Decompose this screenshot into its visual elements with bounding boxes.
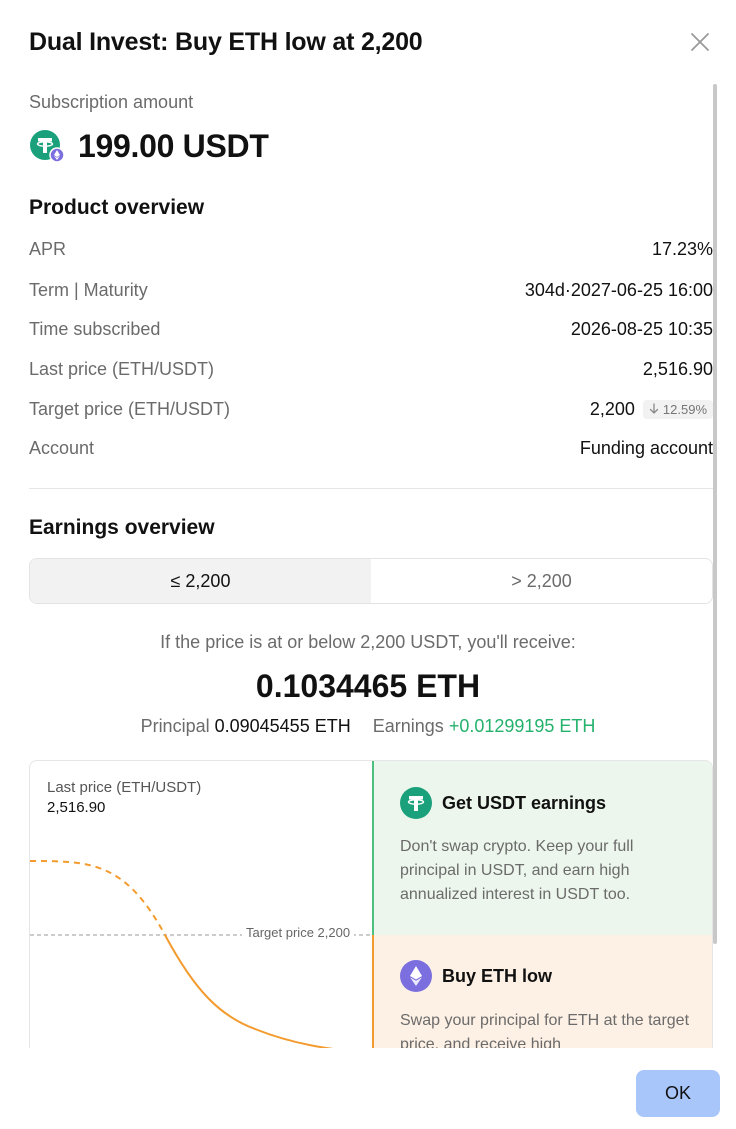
subscription-amount: 199.00 USDT <box>78 127 269 164</box>
below-outcome-description: Swap your principal for ETH at the targe… <box>400 1012 690 1048</box>
tether-icon <box>400 787 432 819</box>
row-value: 2026-08-25 10:35 <box>570 318 713 339</box>
target-price-row: Target price (ETH/USDT) 2,200 12.59% <box>29 395 713 423</box>
below-outcome-title: Buy ETH low <box>442 965 553 986</box>
earnings-overview-title: Earnings overview <box>29 516 215 539</box>
scrollbar[interactable] <box>713 84 717 944</box>
modal-footer: OK <box>0 1048 736 1129</box>
receive-amount: 0.1034465 ETH <box>255 668 481 704</box>
close-icon[interactable] <box>688 30 712 54</box>
tab-at-or-below-target[interactable]: ≤ 2,200 <box>30 559 371 603</box>
chart-last-price-label: Last price (ETH/USDT) <box>47 779 202 796</box>
chart-last-price-value: 2,516.90 <box>47 799 106 816</box>
above-target-outcome: Get USDT earnings Don't swap crypto. Kee… <box>372 761 712 935</box>
principal-label: Principal <box>140 716 210 736</box>
below-outcome-header: Buy ETH low <box>400 960 552 992</box>
price-projection-solid <box>164 934 334 1048</box>
modal-header: Dual Invest: Buy ETH low at 2,200 <box>29 24 712 64</box>
row-value: 17.23% <box>651 238 713 259</box>
ethereum-icon <box>400 960 432 992</box>
target-price-value-group: 2,200 12.59% <box>590 399 713 420</box>
row-label: Time subscribed <box>29 318 161 339</box>
row-value: 2,200 <box>589 398 635 419</box>
row-value: 2,516.90 <box>642 358 713 379</box>
distance-badge-text: 12.59% <box>662 401 707 417</box>
modal-title: Dual Invest: Buy ETH low at 2,200 <box>29 28 423 56</box>
price-scenario-toggle: ≤ 2,200 > 2,200 <box>29 558 713 604</box>
apr-row: APR 17.23% <box>29 235 713 263</box>
tab-above-target[interactable]: > 2,200 <box>371 559 712 603</box>
tether-icon <box>29 128 65 164</box>
row-label: Last price (ETH/USDT) <box>29 358 215 379</box>
time-subscribed-row: Time subscribed 2026-08-25 10:35 <box>29 315 713 343</box>
principal-value: 0.09045455 ETH <box>214 716 351 736</box>
last-price-row: Last price (ETH/USDT) 2,516.90 <box>29 355 713 383</box>
receive-breakdown: Principal 0.09045455 ETH Earnings +0.012… <box>0 716 736 737</box>
above-outcome-description: Don't swap crypto. Keep your full princi… <box>400 838 634 903</box>
earnings-label: Earnings <box>372 716 444 736</box>
below-target-outcome: Buy ETH low Swap your principal for ETH … <box>372 935 712 1048</box>
target-price-label: Target price 2,200 <box>242 925 355 940</box>
divider <box>29 488 713 489</box>
arrow-down-icon <box>649 403 659 414</box>
subscription-amount-row: 199.00 USDT <box>29 126 269 166</box>
earnings-value: +0.01299195 ETH <box>448 716 596 736</box>
distance-badge: 12.59% <box>642 399 713 419</box>
subscription-label: Subscription amount <box>29 92 194 112</box>
row-value: 304d·2027-06-25 16:00 <box>524 279 713 300</box>
price-projection-dashed <box>30 860 166 936</box>
row-label: Account <box>29 437 95 458</box>
row-label: Term | Maturity <box>29 279 148 300</box>
account-row: Account Funding account <box>29 434 713 462</box>
above-outcome-title: Get USDT earnings <box>442 792 607 813</box>
ok-button[interactable]: OK <box>636 1070 720 1117</box>
price-chart-area: Last price (ETH/USDT) 2,516.90 Target pr… <box>30 761 372 1048</box>
term-row: Term | Maturity 304d·2027-06-25 16:00 <box>29 276 713 304</box>
row-value: Funding account <box>579 437 713 458</box>
product-overview-title: Product overview <box>29 196 205 219</box>
modal-body[interactable]: Subscription amount 199.00 USDT Product … <box>0 80 736 1048</box>
receive-description: If the price is at or below 2,200 USDT, … <box>160 632 576 652</box>
above-outcome-header: Get USDT earnings <box>400 787 606 819</box>
scenario-chart: Last price (ETH/USDT) 2,516.90 Target pr… <box>29 760 713 1048</box>
row-label: APR <box>29 238 67 259</box>
row-label: Target price (ETH/USDT) <box>29 398 231 419</box>
dual-invest-modal: Dual Invest: Buy ETH low at 2,200 Subscr… <box>0 0 736 1129</box>
